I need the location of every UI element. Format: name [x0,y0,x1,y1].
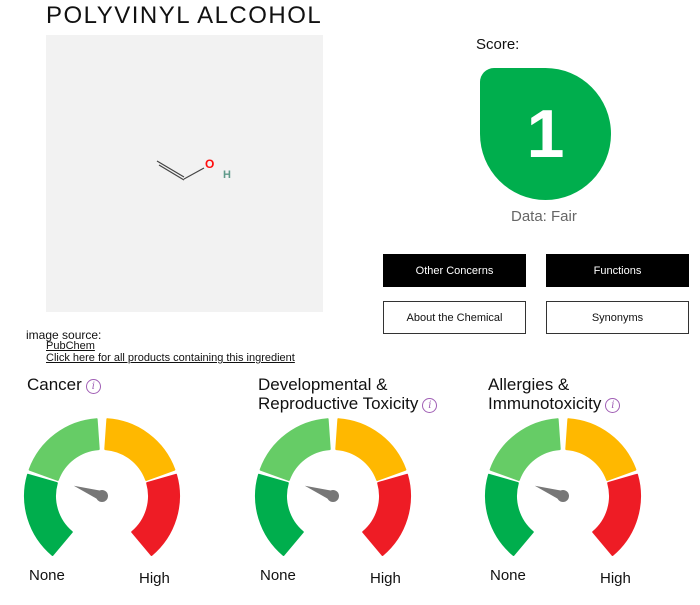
gauge-segment-high [362,473,411,556]
gauge-low-label: None [29,567,65,584]
gauge-graphic [485,418,641,556]
hazard-title-line1: Developmental & [258,375,388,394]
gauge-segment-low [255,473,304,556]
hazard-title-line1: Cancer [27,375,82,394]
score-badge: 1 [480,68,611,200]
hazard-title-allergies: Allergies & Immunotoxicity i [488,375,621,413]
about-chemical-button[interactable]: About the Chemical [383,301,526,334]
hazard-gauge-allergies [483,418,643,558]
gauge-segment-high [131,473,180,556]
gauge-graphic [255,418,411,556]
other-concerns-button[interactable]: Other Concerns [383,254,526,287]
hazard-title-developmental: Developmental & Reproductive Toxicity i [258,375,438,413]
gauge-hub [557,490,569,502]
gauge-graphic [24,418,180,556]
all-products-link[interactable]: Click here for all products containing t… [46,352,295,364]
page-title: POLYVINYL ALCOHOL [46,2,323,29]
data-quality-label: Data: Fair [511,208,577,225]
gauge-high-label: High [600,570,631,587]
hazard-title-line2: Immunotoxicity [488,394,602,413]
gauge-segment-moderate-high [104,418,176,481]
gauge-high-label: High [370,570,401,587]
gauge-high-label: High [139,570,170,587]
info-icon[interactable]: i [605,398,621,413]
gauge-segment-moderate-high [565,418,637,481]
hazard-title-line2: Reproductive Toxicity [258,394,419,413]
oxygen-atom-label: O [205,157,214,171]
synonyms-button[interactable]: Synonyms [546,301,689,334]
gauge-segment-low [24,473,73,556]
gauge-low-label: None [490,567,526,584]
gauge-segment-moderate-low [28,418,100,481]
score-label: Score: [476,36,520,53]
hazard-title-cancer: Cancer i [27,375,101,394]
info-icon[interactable]: i [422,398,438,413]
gauge-low-label: None [260,567,296,584]
pubchem-link[interactable]: PubChem [46,340,95,352]
hazard-title-line1: Allergies & [488,375,570,394]
gauge-hub [96,490,108,502]
functions-button[interactable]: Functions [546,254,689,287]
hazard-gauge-developmental [253,418,413,558]
chemical-structure-image: O H [46,35,323,312]
info-icon[interactable]: i [85,379,101,394]
gauge-segment-moderate-low [489,418,561,481]
score-value: 1 [526,96,565,172]
hydrogen-atom-label: H [223,169,231,181]
gauge-segment-moderate-high [335,418,407,481]
gauge-segment-high [592,473,641,556]
gauge-segment-low [485,473,534,556]
hazard-gauge-cancer [22,418,182,558]
gauge-hub [327,490,339,502]
gauge-segment-moderate-low [259,418,331,481]
